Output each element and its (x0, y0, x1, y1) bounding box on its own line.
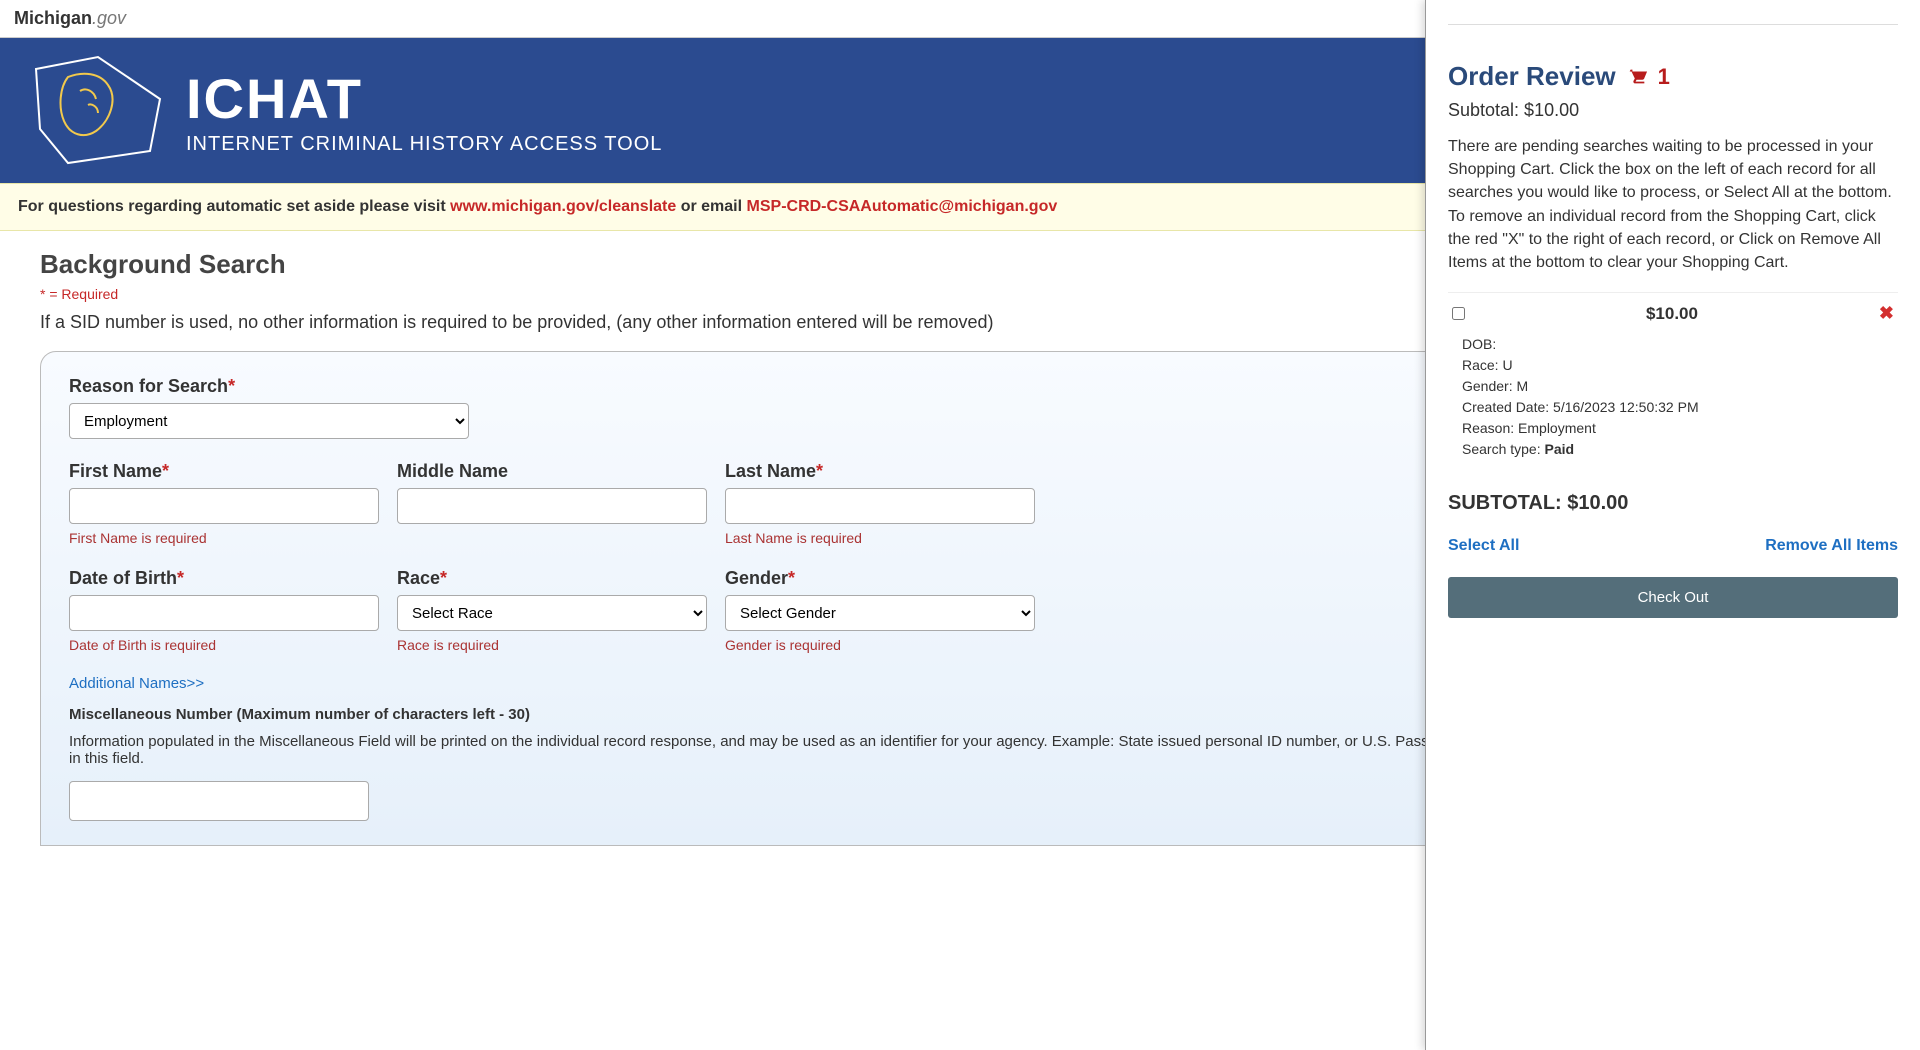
notice-prefix: For questions regarding automatic set as… (18, 198, 450, 215)
middle-name-input[interactable] (397, 488, 707, 524)
first-name-label: First Name* (69, 461, 379, 482)
select-all-link[interactable]: Select All (1448, 537, 1519, 555)
checkout-button[interactable]: Check Out (1448, 577, 1898, 618)
remove-all-link[interactable]: Remove All Items (1765, 537, 1898, 555)
notice-middle: or email (676, 198, 746, 215)
misc-number-input[interactable] (69, 781, 369, 821)
notice-link[interactable]: www.michigan.gov/cleanslate (450, 198, 676, 215)
shield-logo-icon (28, 51, 168, 171)
subtotal-total: SUBTOTAL: $10.00 (1448, 492, 1898, 515)
order-review-panel: Order Review 1 Subtotal: $10.00 There ar… (1425, 0, 1920, 1050)
gender-label: Gender* (725, 568, 1035, 589)
race-label: Race* (397, 568, 707, 589)
middle-name-label: Middle Name (397, 461, 707, 482)
brand-suffix: .gov (92, 8, 126, 28)
app-title: ICHAT (186, 66, 662, 131)
order-count: 1 (1658, 64, 1670, 90)
notice-email[interactable]: MSP-CRD-CSAAutomatic@michigan.gov (747, 198, 1058, 215)
cart-icon (1626, 66, 1648, 88)
race-error: Race is required (397, 637, 707, 653)
cart-item: $10.00 ✖ DOB: Race: U Gender: M Created … (1448, 292, 1898, 470)
order-review-title: Order Review 1 (1448, 61, 1898, 92)
last-name-input[interactable] (725, 488, 1035, 524)
gender-error: Gender is required (725, 637, 1035, 653)
last-name-error: Last Name is required (725, 530, 1035, 546)
race-select[interactable]: Select Race (397, 595, 707, 631)
remove-item-icon[interactable]: ✖ (1879, 303, 1894, 324)
cart-item-checkbox[interactable] (1452, 307, 1465, 320)
reason-select[interactable]: Employment (69, 403, 469, 439)
gender-select[interactable]: Select Gender (725, 595, 1035, 631)
order-subtotal-line: Subtotal: $10.00 (1448, 100, 1898, 121)
cart-item-details: DOB: Race: U Gender: M Created Date: 5/1… (1448, 334, 1898, 460)
app-subtitle: INTERNET CRIMINAL HISTORY ACCESS TOOL (186, 133, 662, 156)
cart-item-price: $10.00 (1646, 304, 1698, 324)
divider (1448, 24, 1898, 25)
brand-prefix: Michigan (14, 8, 92, 28)
dob-error: Date of Birth is required (69, 637, 379, 653)
first-name-input[interactable] (69, 488, 379, 524)
reason-label: Reason for Search* (69, 376, 469, 397)
dob-input[interactable] (69, 595, 379, 631)
dob-label: Date of Birth* (69, 568, 379, 589)
additional-names-link[interactable]: Additional Names>> (69, 675, 204, 692)
order-description: There are pending searches waiting to be… (1448, 135, 1898, 274)
brand-logo[interactable]: Michigan.gov (14, 8, 126, 29)
last-name-label: Last Name* (725, 461, 1035, 482)
first-name-error: First Name is required (69, 530, 379, 546)
